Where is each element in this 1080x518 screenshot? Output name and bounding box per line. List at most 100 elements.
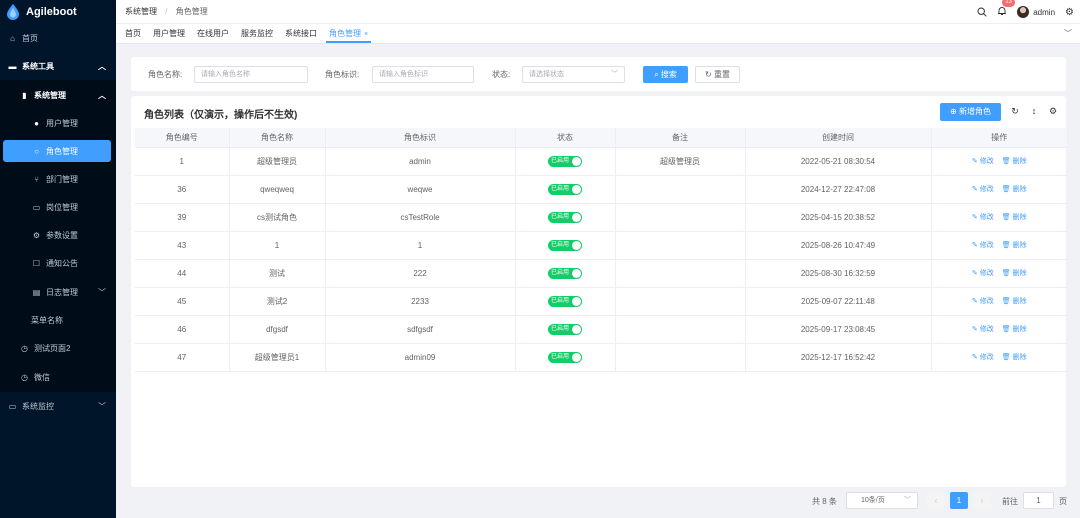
add-role-button[interactable]: ⊕ 新增角色 (940, 103, 1001, 121)
sidebar-item-system-manage[interactable]: ▮ 系统管理 ︿ (0, 84, 116, 106)
switch-label: 已启用 (551, 353, 570, 360)
close-icon[interactable]: × (364, 31, 368, 38)
role-name-cell: cs测试角色 (229, 203, 326, 232)
edit-button[interactable]: ✎ 修改 (972, 354, 994, 361)
chevron-down-icon[interactable]: ﹀ (1064, 28, 1072, 39)
status-label: 状态: (492, 70, 511, 79)
sidebar-item-config[interactable]: ⚙ 参数设置 (0, 224, 116, 246)
search-icon[interactable] (977, 7, 987, 17)
delete-button[interactable]: 🗑 删除 (1002, 270, 1027, 277)
column-height-icon[interactable]: ↕ (1028, 105, 1040, 117)
role-key-cell: 222 (325, 259, 516, 288)
edit-button[interactable]: ✎ 修改 (972, 298, 994, 305)
edit-button[interactable]: ✎ 修改 (972, 186, 994, 193)
gear-icon[interactable]: ⚙ (1065, 7, 1074, 18)
status-switch[interactable]: 已启用 (548, 351, 582, 363)
tab-system-api[interactable]: 系统接口 (282, 25, 320, 43)
remark-cell (615, 175, 746, 204)
switch-knob (572, 324, 581, 334)
switch-knob (572, 184, 581, 194)
tab-user-manage[interactable]: 用户管理 (150, 25, 188, 43)
home-icon: ⌂ (10, 33, 15, 43)
tab-server-monitor[interactable]: 服务监控 (238, 25, 276, 43)
role-name-input[interactable]: 请输入角色名称 (194, 66, 308, 83)
edit-button[interactable]: ✎ 修改 (972, 158, 994, 165)
role-id-cell: 47 (135, 343, 230, 372)
delete-label: 删除 (1012, 214, 1027, 221)
reset-button[interactable]: ↻ 重置 (695, 66, 740, 83)
table-row: 36 qweqweq weqwe 已启用 2024-12-27 22:47:08 ✎ 修改… (135, 175, 1067, 204)
delete-icon: 🗑 (1001, 158, 1011, 165)
create-time-cell: 2025-12-17 16:52:42 (745, 343, 932, 372)
edit-button[interactable]: ✎ 修改 (972, 270, 994, 277)
page-size-select[interactable]: 10条/页 ﹀ (846, 492, 918, 509)
status-cell: 已启用 (515, 175, 616, 204)
prev-page-button[interactable]: ‹ (927, 492, 945, 509)
switch-label: 已启用 (551, 241, 570, 248)
tab-online-user[interactable]: 在线用户 (194, 25, 232, 43)
notification-badge: 13 (1002, 0, 1015, 7)
edit-label: 修改 (979, 242, 994, 249)
breadcrumb-parent[interactable]: 系统管理 (125, 7, 157, 16)
switch-label: 已启用 (551, 185, 570, 192)
navbar-actions: 13 admin ⚙ (977, 0, 1074, 24)
sidebar-item-system-tools[interactable]: ▬ 系统工具 ︿ (0, 55, 116, 77)
status-switch[interactable]: 已启用 (548, 183, 582, 195)
next-page-button[interactable]: › (973, 492, 991, 509)
logo[interactable]: Agileboot (0, 0, 116, 24)
edit-icon: ✎ (971, 158, 978, 165)
bell-icon[interactable]: 13 (997, 0, 1015, 19)
table-header-row: 角色编号 角色名称 角色标识 状态 备注 创建时间 操作 (135, 128, 1067, 148)
page-number[interactable]: 1 (950, 492, 968, 509)
sidebar-item-home[interactable]: ⌂ 首页 (0, 27, 116, 49)
sidebar-item-role-manage[interactable]: ○ 角色管理 (3, 140, 111, 162)
sidebar-item-monitor[interactable]: ▭ 系统监控 ﹀ (0, 395, 116, 417)
user-menu[interactable]: admin (1017, 6, 1055, 18)
role-id-cell: 36 (135, 175, 230, 204)
status-switch[interactable]: 已启用 (548, 155, 582, 167)
sidebar: Agileboot ⌂ 首页 ▬ 系统工具 ︿ ▮ 系统管理 ︿ ● 用户管理 … (0, 0, 116, 518)
delete-button[interactable]: 🗑 删除 (1002, 186, 1027, 193)
search-button[interactable]: ⌕ 搜索 (643, 66, 688, 83)
sidebar-item-menu-name[interactable]: 菜单名称 (0, 309, 116, 331)
delete-button[interactable]: 🗑 删除 (1002, 326, 1027, 333)
status-switch[interactable]: 已启用 (548, 267, 582, 279)
sidebar-item-wechat[interactable]: ◷ 微信 (0, 366, 116, 388)
sidebar-item-dept-manage[interactable]: ⑂ 部门管理 (0, 168, 116, 190)
switch-label: 已启用 (551, 213, 570, 220)
sidebar-item-label: 系统监控 (22, 401, 54, 411)
goto-page-input[interactable]: 1 (1023, 492, 1054, 509)
sidebar-item-label: 通知公告 (46, 258, 78, 268)
delete-button[interactable]: 🗑 删除 (1002, 214, 1027, 221)
sidebar-item-user-manage[interactable]: ● 用户管理 (0, 112, 116, 134)
gear-icon[interactable]: ⚙ (1047, 105, 1059, 117)
role-name-cell: 1 (229, 231, 326, 260)
status-switch[interactable]: 已启用 (548, 239, 582, 251)
sidebar-item-post-manage[interactable]: ▭ 岗位管理 (0, 196, 116, 218)
refresh-icon[interactable]: ↻ (1009, 105, 1021, 117)
delete-button[interactable]: 🗑 删除 (1002, 242, 1027, 249)
sidebar-item-notice[interactable]: ☐ 通知公告 (0, 252, 116, 274)
sidebar-item-test-page2[interactable]: ◷ 测试页面2 (0, 337, 116, 359)
chevron-down-icon: ﹀ (904, 497, 911, 504)
role-table-card: 角色列表（仅演示，操作后不生效) ⊕ 新增角色 ↻ ↕ ⚙ 角色编号 角色名称 … (131, 96, 1067, 487)
role-key-input[interactable]: 请输入角色标识 (372, 66, 474, 83)
page-suffix: 页 (1059, 497, 1067, 506)
edit-button[interactable]: ✎ 修改 (972, 326, 994, 333)
delete-button[interactable]: 🗑 删除 (1002, 158, 1027, 165)
edit-button[interactable]: ✎ 修改 (972, 242, 994, 249)
column-header: 角色名称 (229, 128, 326, 148)
delete-button[interactable]: 🗑 删除 (1002, 354, 1027, 361)
delete-button[interactable]: 🗑 删除 (1002, 298, 1027, 305)
status-switch[interactable]: 已启用 (548, 211, 582, 223)
delete-label: 删除 (1012, 298, 1027, 305)
edit-button[interactable]: ✎ 修改 (972, 214, 994, 221)
status-select[interactable]: 请选择状态 ﹀ (522, 66, 625, 83)
sidebar-item-log-manage[interactable]: ▤ 日志管理 ﹀ (0, 281, 116, 303)
status-switch[interactable]: 已启用 (548, 295, 582, 307)
tab-role-manage[interactable]: 角色管理 × (326, 25, 372, 43)
tab-home[interactable]: 首页 (122, 25, 144, 43)
table-row: 46 dfgsdf sdfgsdf 已启用 2025-09-17 23:08:45 ✎ 修… (135, 315, 1067, 344)
edit-icon: ✎ (971, 326, 978, 333)
status-switch[interactable]: 已启用 (548, 323, 582, 335)
